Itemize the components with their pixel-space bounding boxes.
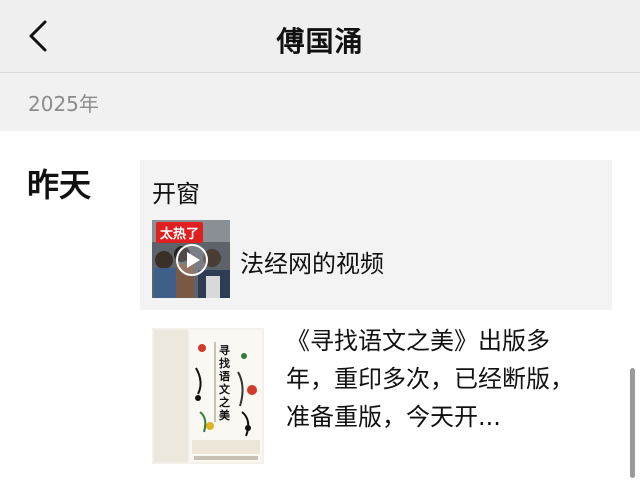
top-navigation-bar: 傅国涌 bbox=[0, 0, 640, 73]
moment-post[interactable]: 开窗 太热了 法经网的视频 bbox=[140, 160, 612, 310]
scrollbar[interactable] bbox=[630, 368, 635, 478]
shared-video-card[interactable]: 太热了 法经网的视频 bbox=[152, 220, 608, 298]
book-cover-thumbnail[interactable]: 寻找语文之美 bbox=[152, 328, 264, 464]
moment-post[interactable]: 寻找语文之美 《寻找语文之美》出版多年，重印多次，已经断版，准备重版，今天开..… bbox=[140, 322, 612, 472]
video-thumbnail[interactable]: 太热了 bbox=[152, 220, 230, 298]
year-label: 2025年 bbox=[28, 92, 99, 116]
thumbnail-badge: 太热了 bbox=[156, 222, 204, 243]
book-cover-image bbox=[152, 328, 264, 464]
page-title: 傅国涌 bbox=[276, 25, 364, 58]
post-text: 开窗 bbox=[152, 180, 200, 208]
book-cover-title: 寻找语文之美 bbox=[219, 344, 230, 422]
year-section-header: 2025年 bbox=[0, 73, 640, 131]
post-text: 《寻找语文之美》出版多年，重印多次，已经断版，准备重版，今天开... bbox=[286, 327, 574, 431]
day-label: 昨天 bbox=[27, 166, 92, 204]
video-caption: 法经网的视频 bbox=[240, 250, 384, 278]
